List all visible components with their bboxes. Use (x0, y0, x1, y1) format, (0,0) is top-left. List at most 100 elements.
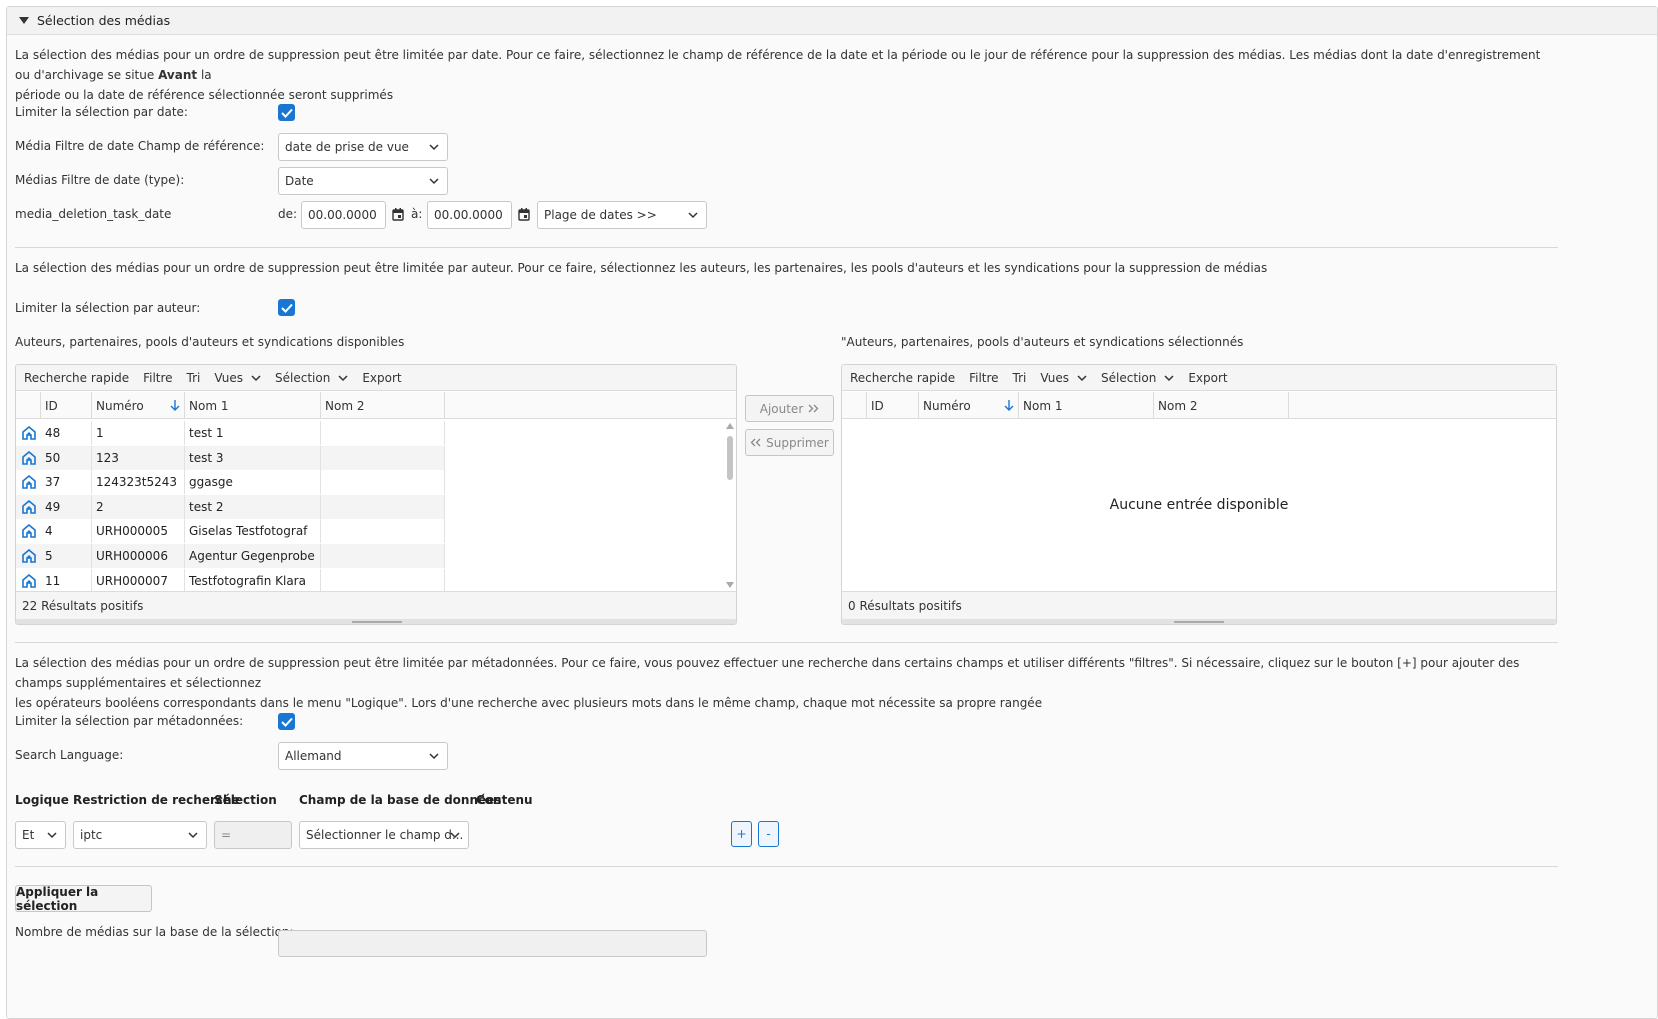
id-cell: 5 (41, 544, 92, 568)
search-language-select[interactable]: Allemand (278, 742, 448, 770)
name1-cell: Giselas Testfotograf (185, 519, 321, 544)
table-row[interactable]: 48 1 test 1 (16, 421, 445, 445)
chevron-down-icon (251, 374, 261, 381)
db-field-value: Sélectionner le champ d... (306, 828, 464, 842)
db-field-select[interactable]: Sélectionner le champ d... (299, 821, 469, 849)
filter-button[interactable]: Filtre (969, 371, 998, 385)
sort-button[interactable]: Tri (187, 371, 201, 385)
grid-footer: 0 Résultats positifs (842, 591, 1556, 619)
selection-operator-value: = (221, 828, 232, 842)
cell-border (321, 568, 445, 593)
horizontal-scrollbar[interactable] (842, 619, 1556, 624)
selected-title: "Auteurs, partenaires, pools d'auteurs e… (841, 335, 1244, 349)
icon-column-header (842, 392, 867, 419)
logic-select[interactable]: Et (15, 821, 66, 849)
vertical-scrollbar[interactable] (724, 420, 736, 591)
chevron-down-icon (338, 374, 348, 381)
number-column-header[interactable]: Numéro (919, 392, 1019, 419)
scroll-down-icon[interactable] (726, 582, 734, 588)
ref-field-label: Média Filtre de date Champ de référence: (15, 139, 265, 153)
date-type-value: Date (285, 174, 314, 188)
content-header: Contenu (476, 793, 533, 807)
number-cell: 124323t5243 (92, 470, 185, 495)
scroll-thumb[interactable] (727, 436, 733, 480)
table-row[interactable]: 4 URH000005 Giselas Testfotograf (16, 519, 445, 544)
table-row[interactable]: 50 123 test 3 (16, 445, 445, 470)
name1-cell: test 2 (185, 494, 321, 519)
remove-button-label: Supprimer (766, 435, 829, 450)
apply-selection-button[interactable]: Appliquer la sélection (15, 885, 152, 913)
remove-row-button[interactable]: - (758, 821, 779, 847)
selection-menu[interactable]: Sélection (1101, 371, 1174, 385)
checkmark-icon (280, 717, 293, 727)
number-header-label: Numéro (923, 398, 971, 413)
id-column-header[interactable]: ID (867, 392, 919, 419)
author-intro: La sélection des médias pour un ordre de… (15, 261, 1268, 275)
from-date-input[interactable]: 00.00.0000 (301, 201, 386, 229)
selection-label: Sélection (275, 370, 331, 385)
cell-border (321, 470, 445, 495)
filter-button[interactable]: Filtre (143, 371, 172, 385)
chevron-down-icon (429, 144, 439, 151)
checkmark-icon (280, 303, 293, 313)
calendar-icon[interactable] (392, 208, 404, 221)
limit-author-checkbox[interactable] (278, 299, 295, 316)
ref-field-select[interactable]: date de prise de vue (278, 133, 448, 161)
search-language-label: Search Language: (15, 748, 124, 762)
horizontal-scrollbar[interactable] (16, 619, 736, 624)
name2-column-header[interactable]: Nom 2 (1154, 392, 1289, 419)
views-menu[interactable]: Vues (214, 371, 261, 385)
chevron-down-icon (1164, 374, 1174, 381)
id-column-header[interactable]: ID (41, 392, 92, 419)
quick-search-button[interactable]: Recherche rapide (24, 371, 129, 385)
double-chevron-left-icon (750, 438, 761, 447)
to-date-input[interactable]: 00.00.0000 (427, 201, 512, 229)
limit-metadata-checkbox[interactable] (278, 713, 295, 730)
from-label: de: (278, 207, 298, 221)
chevron-down-icon (429, 178, 439, 185)
name1-column-header[interactable]: Nom 1 (185, 392, 321, 419)
restriction-select[interactable]: iptc (73, 821, 207, 849)
panel-title: Sélection des médias (37, 13, 171, 28)
quick-search-button[interactable]: Recherche rapide (850, 371, 955, 385)
selected-grid: Recherche rapide Filtre Tri Vues Sélecti… (841, 364, 1557, 625)
calendar-icon[interactable] (518, 208, 530, 221)
metadata-intro-line1: La sélection des médias pour un ordre de… (15, 656, 1520, 690)
resize-handle[interactable] (352, 621, 402, 623)
id-cell: 4 (41, 519, 92, 544)
remove-button[interactable]: Supprimer (745, 429, 834, 456)
number-cell: URH000005 (92, 519, 185, 544)
add-button[interactable]: Ajouter (745, 395, 834, 422)
number-header-label: Numéro (96, 398, 144, 413)
views-menu[interactable]: Vues (1040, 371, 1087, 385)
date-intro-tail: la (197, 68, 212, 82)
sort-button[interactable]: Tri (1013, 371, 1027, 385)
add-row-button[interactable]: + (731, 821, 752, 847)
scroll-up-icon[interactable] (726, 423, 734, 429)
table-row[interactable]: 11 URH000007 Testfotografin Klara (16, 568, 445, 593)
number-column-header[interactable]: Numéro (92, 392, 185, 419)
name2-column-header[interactable]: Nom 2 (321, 392, 445, 419)
caret-down-icon[interactable] (19, 17, 29, 24)
panel-header[interactable]: Sélection des médias (7, 7, 1657, 35)
date-range-select[interactable]: Plage de dates >> (537, 201, 707, 229)
table-row[interactable]: 5 URH000006 Agentur Gegenprobe (16, 544, 445, 568)
selection-menu[interactable]: Sélection (275, 371, 348, 385)
author-icon (22, 499, 36, 514)
chevron-down-icon (450, 832, 460, 839)
date-type-select[interactable]: Date (278, 167, 448, 195)
date-type-label: Médias Filtre de date (type): (15, 173, 185, 187)
name1-cell: Agentur Gegenprobe (185, 544, 321, 568)
table-row[interactable]: 37 124323t5243 ggasge (16, 470, 445, 495)
selection-header: Sélection (214, 793, 277, 807)
limit-date-checkbox[interactable] (278, 104, 295, 121)
export-button[interactable]: Export (1188, 371, 1227, 385)
table-row[interactable]: 49 2 test 2 (16, 494, 445, 519)
sort-down-arrow-icon (170, 400, 180, 411)
name1-column-header[interactable]: Nom 1 (1019, 392, 1154, 419)
number-cell: URH000006 (92, 544, 185, 568)
double-chevron-right-icon (808, 404, 819, 413)
resize-handle[interactable] (1174, 621, 1224, 623)
export-button[interactable]: Export (362, 371, 401, 385)
grid-header: ID Numéro Nom 1 Nom 2 (842, 392, 1556, 419)
